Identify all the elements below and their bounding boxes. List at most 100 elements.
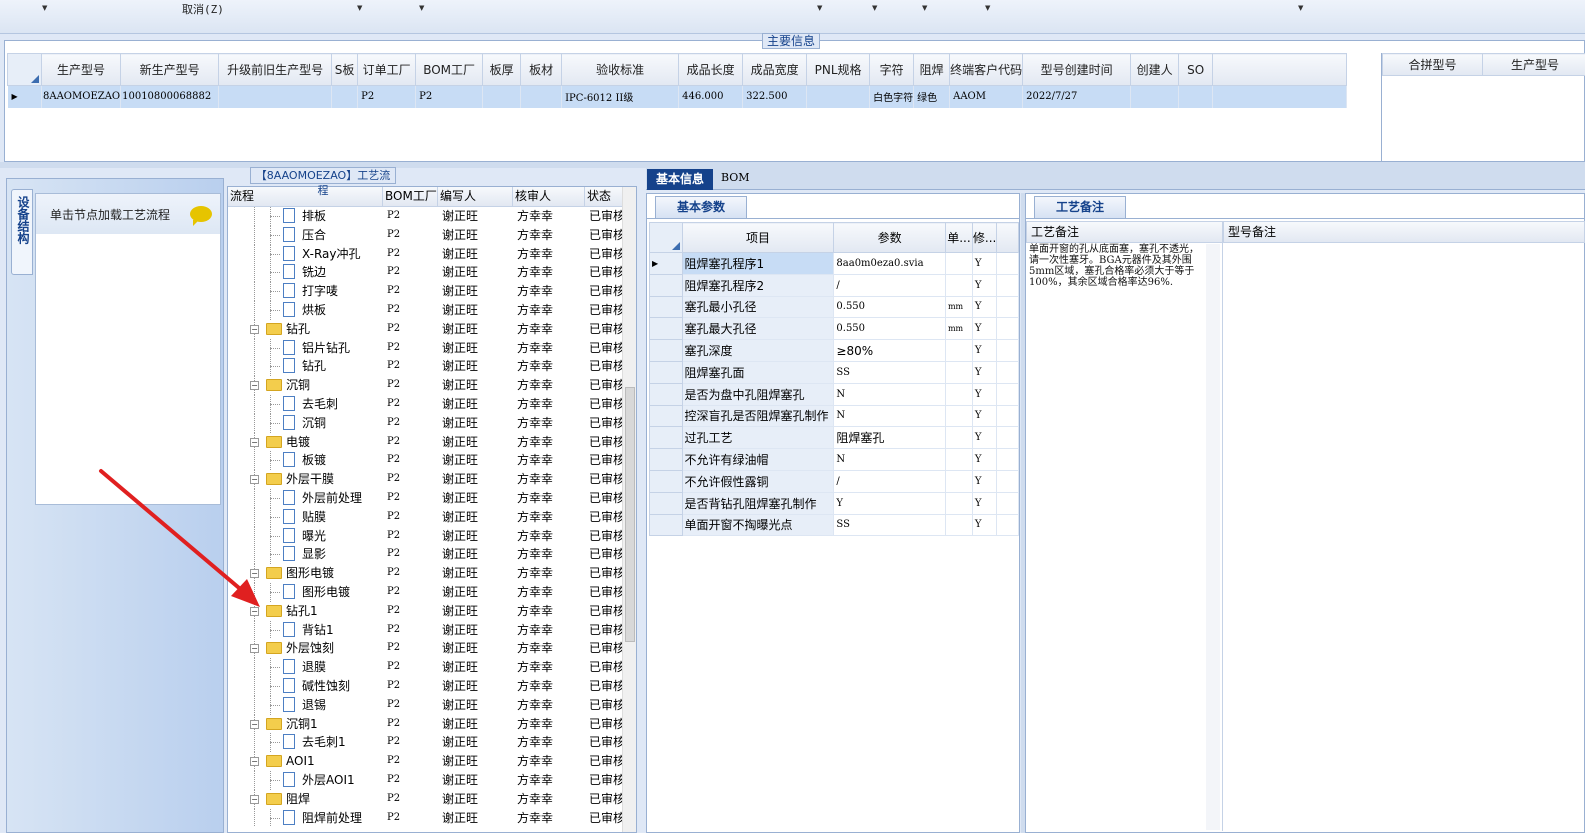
flow-row[interactable]: 去毛刺1 P2 谢正旺 方幸幸 已审核 <box>228 733 636 753</box>
notes-scrollbar[interactable] <box>1206 244 1220 830</box>
column-header[interactable]: BOM工厂 <box>383 187 438 206</box>
param-item[interactable]: 阻焊塞孔面 <box>681 360 835 384</box>
column-header[interactable]: 修... <box>971 222 998 253</box>
param-value[interactable]: N <box>833 448 946 471</box>
param-item[interactable]: 控深盲孔是否阻焊塞孔制作 <box>681 404 835 428</box>
table-row[interactable]: 塞孔最小孔径 0.550 mm Y <box>649 295 1019 319</box>
param-modified[interactable]: Y <box>971 382 998 406</box>
table-row[interactable]: 阻焊塞孔程序2/ Y <box>649 273 1019 297</box>
column-header[interactable]: 生产型号 <box>40 53 122 86</box>
table-row[interactable]: 控深盲孔是否阻焊塞孔制作 N Y <box>649 404 1019 428</box>
param-unit[interactable] <box>944 426 973 450</box>
column-header[interactable]: 型号创建时间 <box>1022 53 1132 86</box>
flow-row[interactable]: 压合 P2 谢正旺 方幸幸 已审核 <box>228 225 636 245</box>
param-modified[interactable]: Y <box>971 252 998 275</box>
vertical-tab-equipment[interactable]: 设备结构 <box>11 189 33 275</box>
param-modified[interactable]: Y <box>971 360 998 384</box>
param-value[interactable]: 8aa0m0eza0.svia <box>833 252 946 275</box>
param-modified[interactable]: Y <box>971 317 998 341</box>
column-header[interactable]: 字符 <box>869 53 915 86</box>
flow-row[interactable]: 沉铜 P2 谢正旺 方幸幸 已审核 <box>228 413 636 433</box>
grid-corner[interactable] <box>7 53 42 86</box>
tab-process-notes[interactable]: 工艺备注 <box>1034 196 1126 218</box>
column-header[interactable]: 单... <box>944 222 973 253</box>
dropdown-arrow-icon[interactable]: ▼ <box>1298 4 1303 12</box>
column-header[interactable]: 订单工厂 <box>357 53 417 86</box>
flow-row[interactable]: − 阻焊 P2 谢正旺 方幸幸 已审核 <box>228 789 636 809</box>
param-item[interactable]: 塞孔最小孔径 <box>681 295 835 319</box>
dropdown-arrow-icon[interactable]: ▼ <box>922 4 927 12</box>
flow-row[interactable]: 碱性蚀刻 P2 谢正旺 方幸幸 已审核 <box>228 676 636 696</box>
param-unit[interactable]: mm <box>944 295 973 319</box>
column-header[interactable]: 核审人 <box>513 187 585 206</box>
collapse-icon[interactable]: − <box>250 324 259 334</box>
param-unit[interactable] <box>944 491 973 515</box>
param-unit[interactable] <box>944 382 973 406</box>
column-header[interactable]: 项目 <box>681 222 835 253</box>
collapse-icon[interactable]: − <box>250 644 259 654</box>
column-header[interactable]: BOM工厂 <box>415 53 484 86</box>
flow-row[interactable]: 钻孔 P2 谢正旺 方幸幸 已审核 <box>228 357 636 377</box>
param-modified[interactable]: Y <box>971 448 998 471</box>
column-header[interactable]: 成品宽度 <box>742 53 808 86</box>
param-modified[interactable]: Y <box>971 426 998 450</box>
flow-row[interactable]: 去毛刺 P2 谢正旺 方幸幸 已审核 <box>228 394 636 414</box>
column-header[interactable]: PNL规格 <box>806 53 871 86</box>
param-item[interactable]: 塞孔深度 <box>681 339 835 362</box>
flow-row[interactable]: 排板 P2 谢正旺 方幸幸 已审核 <box>228 207 636 226</box>
param-value[interactable]: 0.550 <box>833 317 946 341</box>
row-header[interactable] <box>649 339 683 362</box>
param-modified[interactable]: Y <box>971 273 998 297</box>
param-item[interactable]: 过孔工艺 <box>681 426 835 450</box>
table-cell[interactable] <box>482 85 522 108</box>
column-header[interactable]: 板厚 <box>482 53 522 86</box>
table-cell[interactable]: 10010800068882 <box>120 85 220 108</box>
flow-row[interactable]: 退锡 P2 谢正旺 方幸幸 已审核 <box>228 695 636 715</box>
param-item[interactable]: 是否为盘中孔阻焊塞孔 <box>681 382 835 406</box>
flow-row[interactable]: 铝片钻孔 P2 谢正旺 方幸幸 已审核 <box>228 338 636 358</box>
flow-row[interactable]: 图形电镀 P2 谢正旺 方幸幸 已审核 <box>228 582 636 602</box>
param-unit[interactable] <box>944 252 973 275</box>
param-value[interactable]: Y <box>833 491 946 515</box>
collapse-icon[interactable]: − <box>250 437 259 447</box>
param-item[interactable]: 不允许假性露铜 <box>681 469 835 493</box>
column-header[interactable]: 合拼型号 <box>1382 53 1483 76</box>
flow-row[interactable]: − AOI1 P2 谢正旺 方幸幸 已审核 <box>228 752 636 771</box>
table-cell[interactable] <box>331 85 359 108</box>
flow-row[interactable]: − 外层干膜 P2 谢正旺 方幸幸 已审核 <box>228 470 636 489</box>
row-header[interactable] <box>649 513 683 537</box>
tab-bom[interactable]: BOM <box>721 171 750 184</box>
table-cell[interactable] <box>1130 85 1180 108</box>
row-header[interactable] <box>649 273 683 297</box>
flow-row[interactable]: − 沉铜 P2 谢正旺 方幸幸 已审核 <box>228 376 636 395</box>
param-unit[interactable] <box>944 273 973 297</box>
row-header[interactable] <box>649 426 683 450</box>
dropdown-arrow-icon[interactable]: ▼ <box>357 4 362 12</box>
flow-row[interactable]: 打字唛 P2 谢正旺 方幸幸 已审核 <box>228 282 636 301</box>
param-modified[interactable]: Y <box>971 339 998 362</box>
table-row[interactable]: 阻焊塞孔面 SS Y <box>649 360 1019 384</box>
param-modified[interactable]: Y <box>971 491 998 515</box>
column-header[interactable]: 终端客户代码 <box>949 53 1024 86</box>
table-row[interactable]: ▶ 阻焊塞孔程序1 8aa0m0eza0.svia Y <box>649 252 1019 275</box>
table-row[interactable]: 不允许有绿油帽 N Y <box>649 448 1019 471</box>
flow-row[interactable]: − 外层蚀刻 P2 谢正旺 方幸幸 已审核 <box>228 639 636 659</box>
flow-scrollbar[interactable] <box>622 187 636 832</box>
param-value[interactable]: / <box>833 273 946 297</box>
table-row[interactable]: 是否背钻孔阻焊塞孔制作 Y Y <box>649 491 1019 515</box>
tab-basic-params[interactable]: 基本参数 <box>655 196 747 218</box>
row-header[interactable] <box>649 382 683 406</box>
param-unit[interactable]: mm <box>944 317 973 341</box>
param-modified[interactable]: Y <box>971 404 998 428</box>
param-value[interactable]: SS <box>833 360 946 384</box>
param-value[interactable]: / <box>833 469 946 493</box>
param-item[interactable]: 阻焊塞孔程序2 <box>681 273 835 297</box>
flow-row[interactable]: 铣边 P2 谢正旺 方幸幸 已审核 <box>228 263 636 283</box>
param-unit[interactable] <box>944 339 973 362</box>
param-modified[interactable]: Y <box>971 513 998 537</box>
table-cell[interactable]: AAOM <box>949 85 1024 108</box>
param-unit[interactable] <box>944 448 973 471</box>
flow-row[interactable]: 外层AOI1 P2 谢正旺 方幸幸 已审核 <box>228 770 636 790</box>
dropdown-arrow-icon[interactable]: ▼ <box>419 4 424 12</box>
row-header[interactable] <box>649 404 683 428</box>
